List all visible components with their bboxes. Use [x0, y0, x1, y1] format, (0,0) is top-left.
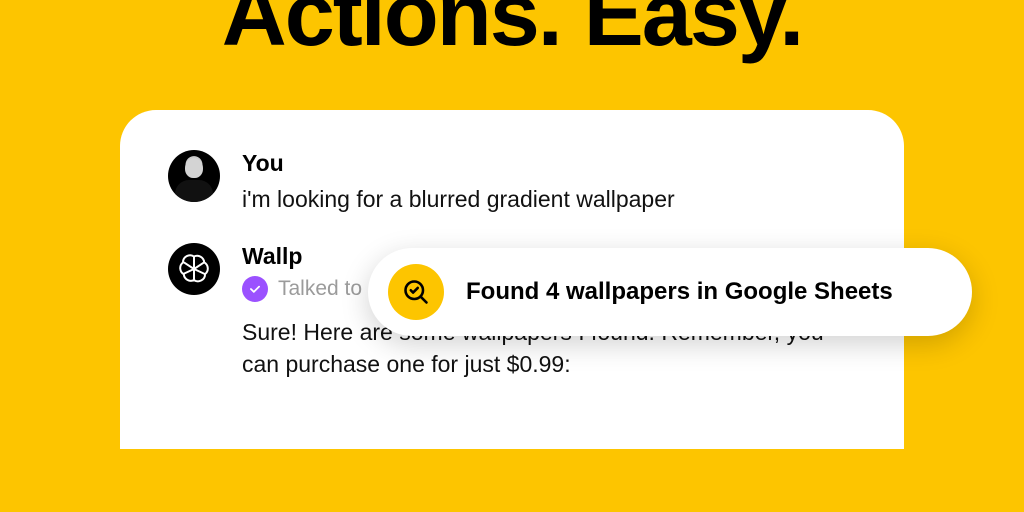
check-icon [248, 282, 262, 296]
openai-icon [177, 252, 211, 286]
search-check-icon [402, 278, 430, 306]
status-badge [242, 276, 268, 302]
user-avatar [168, 150, 220, 202]
message-text: i'm looking for a blurred gradient wallp… [242, 183, 856, 215]
toast-notification: Found 4 wallpapers in Google Sheets [368, 248, 972, 336]
bot-avatar [168, 243, 220, 295]
toast-icon-wrap [388, 264, 444, 320]
sender-label: You [242, 150, 856, 177]
hero-title: Actions. Easy. [0, 0, 1024, 67]
message-user: You i'm looking for a blurred gradient w… [168, 150, 856, 215]
toast-text: Found 4 wallpapers in Google Sheets [466, 278, 893, 306]
